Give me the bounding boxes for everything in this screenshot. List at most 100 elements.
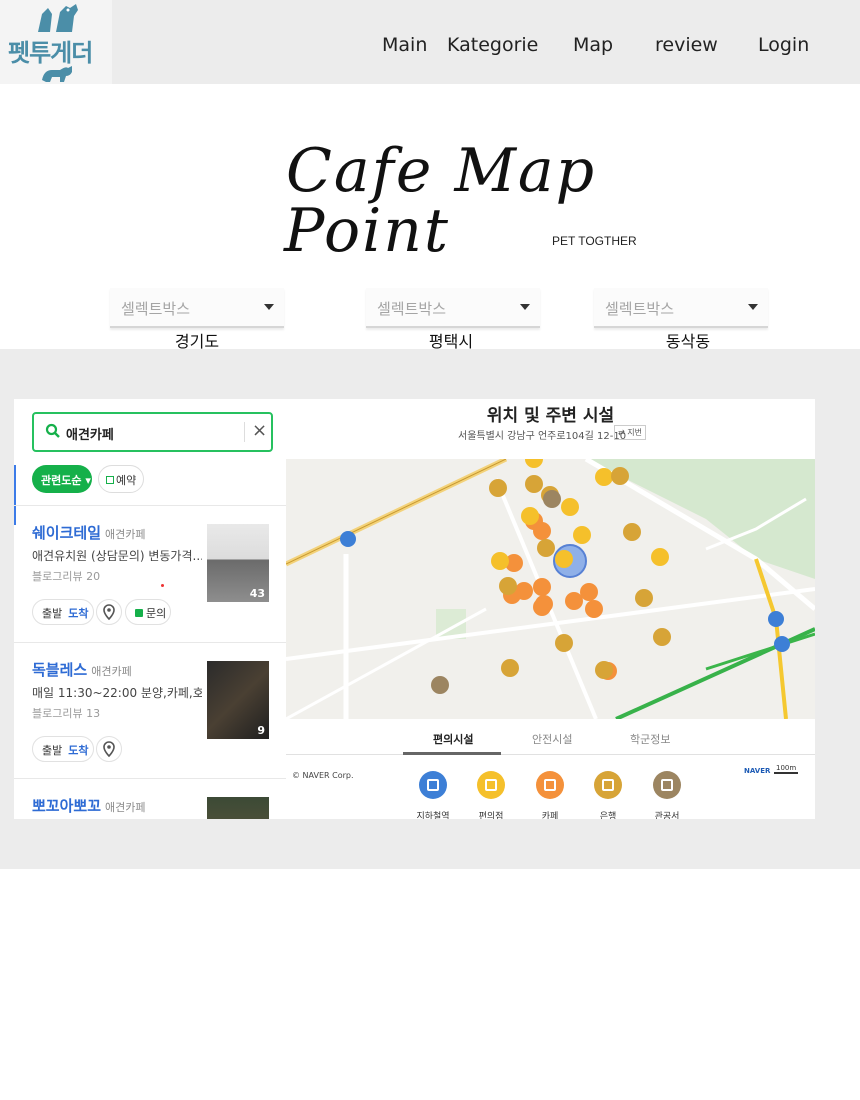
nav-main[interactable]: Main [382, 34, 427, 56]
nav-login[interactable]: Login [758, 34, 809, 56]
facility-label: 카페 [541, 812, 559, 819]
province-select[interactable]: 셀렉트박스 [110, 288, 284, 328]
store-icon [477, 771, 505, 799]
search-divider [244, 422, 245, 442]
facility-cafe[interactable]: 카페 [520, 771, 580, 819]
subway-glyph [427, 779, 439, 791]
arrive-label: 도착 [68, 744, 89, 757]
facility-government[interactable]: 관공서 [637, 771, 697, 819]
sort-chip[interactable]: 관련도순 ▾ [32, 465, 92, 493]
place-category: 애견카페 [105, 801, 146, 814]
cat-logo-icon [42, 66, 72, 82]
header: 펫투게더 Main Kategorie Map review Login [0, 0, 860, 84]
chevron-down-icon [748, 304, 758, 310]
nav-kategorie[interactable]: Kategorie [447, 34, 538, 56]
location-button[interactable] [96, 736, 122, 762]
reserve-chip-label: 예약 [116, 474, 137, 487]
place-category: 애견카페 [105, 528, 146, 541]
bank-glyph [602, 779, 614, 791]
photo-count: 9 [257, 724, 265, 737]
map-pin-icon [103, 741, 115, 758]
inquiry-button[interactable]: 문의 [125, 599, 171, 625]
city-select-placeholder: 셀렉트박스 [377, 300, 447, 318]
tab-school[interactable]: 학군정보 [630, 731, 670, 747]
map-panel: 위치 및 주변 시설 서울특별시 강남구 언주로104길 12-10 ⇄ 지번 [286, 399, 815, 819]
place-list-panel: 애견카페 × 관련도순 ▾ 예약 쉐이크테일 애견카페 애견유치원 (상담문의) … [14, 399, 286, 819]
map-canvas [286, 459, 815, 719]
district-select-placeholder: 셀렉트박스 [605, 300, 675, 318]
map-scale: 100m [774, 764, 799, 774]
place-category: 애견카페 [91, 665, 132, 678]
place-thumbnail[interactable]: 9 [207, 661, 269, 739]
map-view[interactable]: © NAVER Corp. NAVER 100m [286, 459, 815, 780]
place-description: 애견유치원 (상담문의) 변동가격... [32, 549, 202, 563]
place-name[interactable]: 뽀꼬아뽀꼬 [32, 797, 101, 815]
facility-convenience[interactable]: 편의점 [461, 771, 521, 819]
place-description: 매일 11:30~22:00 분양,카페,호... [32, 686, 202, 700]
list-item[interactable]: 쉐이크테일 애견카페 애견유치원 (상담문의) 변동가격... 블로그리뷰 20 … [14, 506, 286, 642]
location-button[interactable] [96, 599, 122, 625]
logo[interactable]: 펫투게더 [0, 0, 112, 84]
place-thumbnail[interactable]: 43 [207, 524, 269, 602]
list-item[interactable]: 독블레스 애견카페 매일 11:30~22:00 분양,카페,호... 블로그리뷰… [14, 643, 286, 779]
map-copyright: © NAVER Corp. [292, 771, 354, 780]
red-dot [161, 584, 164, 587]
cafe-glyph [544, 779, 556, 791]
facility-subway[interactable]: 지하철역 [403, 771, 463, 819]
arrive-label: 도착 [68, 607, 89, 620]
map-pin-icon [103, 604, 115, 621]
page-subtitle: PET TOGTHER [552, 234, 637, 248]
pet-logo-icon [38, 4, 78, 32]
list-item[interactable]: 뽀꼬아뽀꼬 애견카페 [14, 779, 286, 819]
facility-label: 은행 [599, 812, 617, 819]
place-review-count: 블로그리뷰 13 [32, 707, 101, 720]
lot-address-button[interactable]: ⇄ 지번 [614, 425, 646, 440]
calendar-icon [106, 476, 114, 484]
search-icon [45, 423, 60, 438]
inquiry-label: 문의 [146, 607, 167, 620]
district-select[interactable]: 셀렉트박스 [594, 288, 768, 328]
cafe-icon [536, 771, 564, 799]
search-query: 애견카페 [66, 428, 114, 443]
nav-map[interactable]: Map [573, 34, 613, 56]
search-input[interactable]: 애견카페 × [32, 412, 273, 452]
depart-label: 출발 [42, 744, 63, 757]
place-thumbnail[interactable] [207, 797, 269, 819]
facility-tabs: 편의시설 안전시설 학군정보 [286, 721, 815, 755]
province-select-placeholder: 셀렉트박스 [121, 300, 191, 318]
close-icon[interactable]: × [252, 420, 267, 441]
reserve-chip[interactable]: 예약 [98, 465, 144, 493]
government-icon [653, 771, 681, 799]
store-glyph [485, 779, 497, 791]
bank-icon [594, 771, 622, 799]
depart-label: 출발 [42, 607, 63, 620]
nav-review[interactable]: review [655, 34, 718, 56]
subway-icon [419, 771, 447, 799]
place-review-count: 블로그리뷰 20 [32, 570, 101, 583]
map-address: 서울특별시 강남구 언주로104길 12-10 [458, 431, 627, 442]
facility-label: 지하철역 [416, 812, 450, 819]
place-name[interactable]: 독블레스 [32, 661, 87, 679]
chevron-down-icon [264, 304, 274, 310]
chat-icon [135, 609, 143, 617]
facility-bank[interactable]: 은행 [578, 771, 638, 819]
map-title: 위치 및 주변 시설 [486, 406, 615, 426]
sort-chip-label: 관련도순 [41, 474, 82, 487]
facility-label: 편의점 [478, 812, 504, 819]
government-glyph [661, 779, 673, 791]
route-button[interactable]: 출발 도착 [32, 599, 94, 625]
naver-logo: NAVER [744, 767, 771, 775]
active-tab-underline [403, 752, 501, 755]
page-title-line2: Point [284, 196, 451, 266]
lot-address-label: 지번 [627, 428, 642, 437]
place-name-row: 뽀꼬아뽀꼬 애견카페 [32, 795, 146, 816]
route-button[interactable]: 출발 도착 [32, 736, 94, 762]
place-name-row: 쉐이크테일 애견카페 [32, 522, 146, 543]
tab-safety[interactable]: 안전시설 [532, 731, 572, 747]
tab-amenities[interactable]: 편의시설 [433, 731, 473, 747]
place-name-row: 독블레스 애견카페 [32, 659, 132, 680]
facility-label: 관공서 [654, 812, 680, 819]
city-select[interactable]: 셀렉트박스 [366, 288, 540, 328]
photo-count: 43 [249, 587, 265, 600]
place-name[interactable]: 쉐이크테일 [32, 524, 101, 542]
